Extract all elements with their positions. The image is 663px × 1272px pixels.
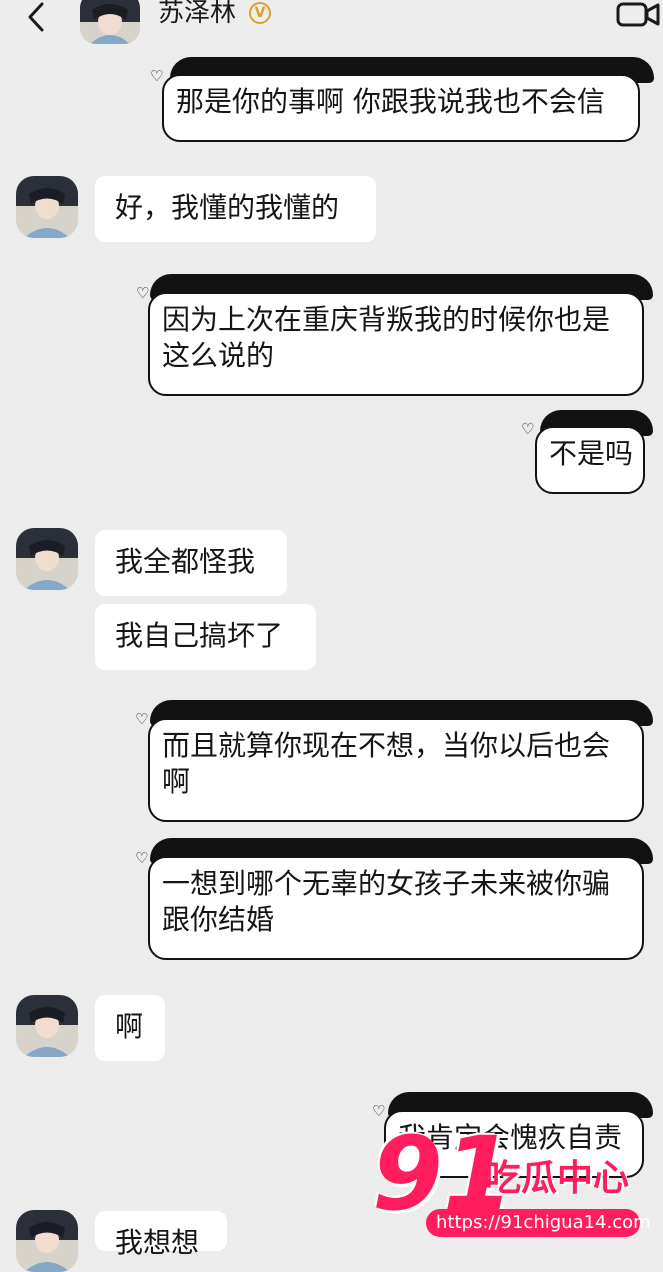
contact-name: 苏泽林 bbox=[158, 0, 237, 28]
message-bubble-left[interactable]: 我全都怪我 bbox=[95, 530, 287, 596]
chat-header: 苏泽林 V bbox=[0, 0, 663, 48]
message-text: 好，我懂的我懂的 bbox=[115, 191, 340, 224]
message-text: 我想想 bbox=[115, 1226, 200, 1259]
message-text: 啊 bbox=[115, 1010, 144, 1043]
watermark-logo-title: 吃瓜中心 bbox=[485, 1158, 630, 1199]
video-camera-icon[interactable] bbox=[616, 0, 660, 28]
heart-icon: ♡ bbox=[521, 420, 535, 438]
heart-icon: ♡ bbox=[135, 710, 149, 728]
message-bubble-left[interactable]: 好，我懂的我懂的 bbox=[95, 176, 376, 242]
message-bubble-left[interactable]: 啊 bbox=[95, 995, 165, 1061]
message-text: 我自己搞坏了 bbox=[115, 619, 284, 652]
message-bubble-left[interactable]: 我想想 bbox=[95, 1211, 227, 1259]
message-bubble-right[interactable]: 不是吗 bbox=[535, 426, 645, 494]
message-text: 那是你的事啊 你跟我说我也不会信 bbox=[176, 85, 605, 118]
message-text: 我全都怪我 bbox=[115, 545, 256, 578]
message-bubble-right[interactable]: 一想到哪个无辜的女孩子未来被你骗跟你结婚 bbox=[148, 856, 644, 960]
message-text: 因为上次在重庆背叛我的时候你也是这么说的 bbox=[162, 303, 611, 372]
watermark-url: https://91chigua14.com bbox=[436, 1212, 651, 1233]
contact-avatar[interactable] bbox=[16, 528, 78, 590]
message-bubble-right[interactable]: 那是你的事啊 你跟我说我也不会信 bbox=[162, 74, 640, 142]
message-bubble-left[interactable]: 我自己搞坏了 bbox=[95, 604, 316, 670]
heart-icon: ♡ bbox=[135, 849, 149, 867]
contact-avatar[interactable] bbox=[80, 0, 140, 44]
contact-avatar[interactable] bbox=[16, 176, 78, 238]
heart-icon: ♡ bbox=[136, 284, 150, 302]
message-text: 一想到哪个无辜的女孩子未来被你骗跟你结婚 bbox=[162, 867, 611, 936]
chevron-left-icon[interactable] bbox=[22, 2, 50, 32]
contact-avatar[interactable] bbox=[16, 995, 78, 1057]
message-bubble-right[interactable]: 而且就算你现在不想，当你以后也会啊 bbox=[148, 718, 644, 822]
heart-icon: ♡ bbox=[150, 67, 164, 85]
contact-avatar[interactable] bbox=[16, 1210, 78, 1272]
message-text: 不是吗 bbox=[549, 437, 634, 470]
message-bubble-right[interactable]: 因为上次在重庆背叛我的时候你也是这么说的 bbox=[148, 292, 644, 396]
message-text: 而且就算你现在不想，当你以后也会啊 bbox=[162, 729, 611, 798]
verified-badge-icon: V bbox=[249, 2, 271, 24]
